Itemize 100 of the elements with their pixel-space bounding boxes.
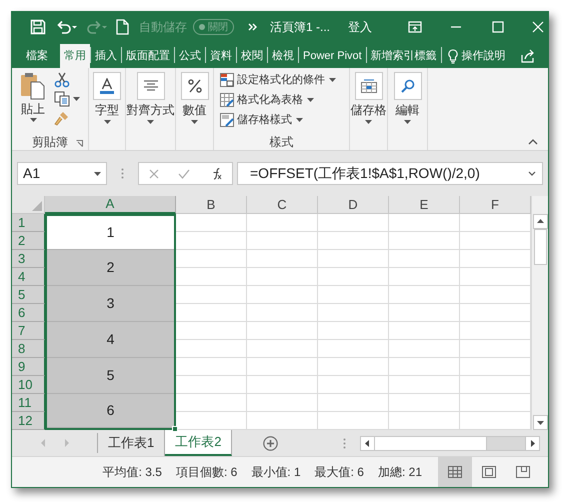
column-header[interactable]: C xyxy=(247,196,318,214)
scroll-up-icon[interactable] xyxy=(532,214,548,229)
alignment-button[interactable]: 對齊方式 xyxy=(126,72,174,134)
row-header[interactable]: 12 xyxy=(12,412,45,430)
table-cell[interactable] xyxy=(247,322,318,340)
table-cell[interactable] xyxy=(247,286,318,304)
number-button[interactable]: 數值 xyxy=(180,72,208,134)
table-cell[interactable] xyxy=(389,268,460,286)
row-header[interactable]: 7 xyxy=(12,322,45,340)
table-cell[interactable] xyxy=(247,358,318,376)
ribbon-tab[interactable]: 校閱 xyxy=(237,44,267,68)
table-cell[interactable] xyxy=(389,232,460,250)
ribbon-tab[interactable]: 檔案 xyxy=(16,44,58,68)
new-file-icon[interactable] xyxy=(116,19,129,35)
table-cell[interactable] xyxy=(247,232,318,250)
row-header[interactable]: 6 xyxy=(12,304,45,322)
table-cell[interactable] xyxy=(318,376,389,394)
editing-button[interactable]: 編輯 xyxy=(394,72,422,134)
ribbon-tab[interactable]: 資料 xyxy=(206,44,236,68)
vertical-scrollbar[interactable] xyxy=(531,196,548,430)
column-header[interactable]: B xyxy=(176,196,247,214)
share-icon[interactable] xyxy=(520,49,535,63)
copy-icon[interactable] xyxy=(54,91,70,107)
table-cell[interactable] xyxy=(247,214,318,232)
table-cell[interactable] xyxy=(389,376,460,394)
ribbon-tab[interactable]: 版面配置 xyxy=(122,44,174,68)
table-cell[interactable] xyxy=(318,322,389,340)
scroll-down-icon[interactable] xyxy=(532,415,548,430)
row-header[interactable]: 4 xyxy=(12,268,45,286)
table-cell[interactable] xyxy=(389,250,460,268)
scroll-thumb[interactable] xyxy=(534,229,546,265)
ribbon-tab[interactable]: 插入 xyxy=(91,44,121,68)
column-header[interactable]: F xyxy=(460,196,531,214)
table-cell[interactable] xyxy=(318,358,389,376)
ribbon-tab[interactable]: 公式 xyxy=(175,44,205,68)
name-box[interactable]: A1 xyxy=(17,162,107,185)
table-cell[interactable]: 4 xyxy=(47,322,174,358)
table-cell[interactable] xyxy=(389,286,460,304)
enter-icon[interactable] xyxy=(178,168,190,178)
table-cell[interactable] xyxy=(318,250,389,268)
font-button[interactable]: 字型 xyxy=(93,72,121,134)
table-cell[interactable] xyxy=(247,394,318,412)
table-cell[interactable] xyxy=(176,250,247,268)
table-cell[interactable] xyxy=(247,268,318,286)
table-cell[interactable] xyxy=(176,304,247,322)
undo-icon[interactable] xyxy=(56,19,78,35)
table-cell[interactable]: 2 xyxy=(47,250,174,286)
table-cell[interactable] xyxy=(176,376,247,394)
table-cell[interactable] xyxy=(247,304,318,322)
table-cell[interactable] xyxy=(247,250,318,268)
previous-sheet-icon[interactable] xyxy=(40,439,46,447)
table-cell[interactable] xyxy=(318,268,389,286)
cancel-icon[interactable] xyxy=(148,168,158,178)
table-cell[interactable] xyxy=(389,340,460,358)
maximize-icon[interactable] xyxy=(492,21,504,33)
table-cell[interactable] xyxy=(176,322,247,340)
formula-field[interactable]: =OFFSET(工作表1!$A$1,ROW()/2,0) xyxy=(237,162,543,185)
row-header[interactable]: 3 xyxy=(12,250,45,268)
save-icon[interactable] xyxy=(30,19,46,35)
row-header[interactable]: 5 xyxy=(12,286,45,304)
table-cell[interactable] xyxy=(247,340,318,358)
ribbon-tab[interactable]: 新增索引標籤 xyxy=(366,44,441,68)
row-header[interactable]: 2 xyxy=(12,232,45,250)
table-cell[interactable]: 5 xyxy=(47,358,174,394)
row-header[interactable]: 10 xyxy=(12,376,45,394)
column-header[interactable]: E xyxy=(389,196,460,214)
table-cell[interactable] xyxy=(247,376,318,394)
table-cell[interactable] xyxy=(318,304,389,322)
table-cell[interactable] xyxy=(176,394,247,412)
table-cell[interactable] xyxy=(176,340,247,358)
view-button[interactable] xyxy=(438,457,472,487)
row-header[interactable]: 9 xyxy=(12,358,45,376)
table-cell[interactable] xyxy=(318,232,389,250)
table-cell[interactable]: 3 xyxy=(47,286,174,322)
next-sheet-icon[interactable] xyxy=(64,439,68,447)
table-cell[interactable] xyxy=(389,322,460,340)
table-cell[interactable] xyxy=(389,214,460,232)
table-cell[interactable] xyxy=(176,232,247,250)
add-sheet-icon[interactable] xyxy=(262,436,278,450)
tell-me-button[interactable]: 操作說明 xyxy=(442,44,512,68)
table-cell[interactable] xyxy=(389,358,460,376)
cells-button[interactable]: 儲存格 xyxy=(350,72,386,134)
column-header[interactable]: A xyxy=(45,196,176,214)
ribbon-tab[interactable]: Power Pivot xyxy=(299,44,366,68)
fill-handle[interactable] xyxy=(172,426,178,432)
table-cell[interactable] xyxy=(176,358,247,376)
table-cell[interactable] xyxy=(389,304,460,322)
sheet-tab[interactable]: 工作表2 xyxy=(165,430,232,456)
table-cell[interactable] xyxy=(176,214,247,232)
column-header[interactable]: D xyxy=(318,196,389,214)
select-all-icon[interactable] xyxy=(32,201,42,211)
table-cell[interactable] xyxy=(318,286,389,304)
table-cell[interactable] xyxy=(176,268,247,286)
table-cell[interactable] xyxy=(318,340,389,358)
scroll-thumb[interactable] xyxy=(375,436,487,450)
table-cell[interactable] xyxy=(389,394,460,412)
row-header[interactable]: 1 xyxy=(12,214,45,232)
collapse-ribbon-icon[interactable] xyxy=(528,139,538,145)
table-cell[interactable] xyxy=(176,286,247,304)
table-cell[interactable]: 6 xyxy=(47,394,174,428)
